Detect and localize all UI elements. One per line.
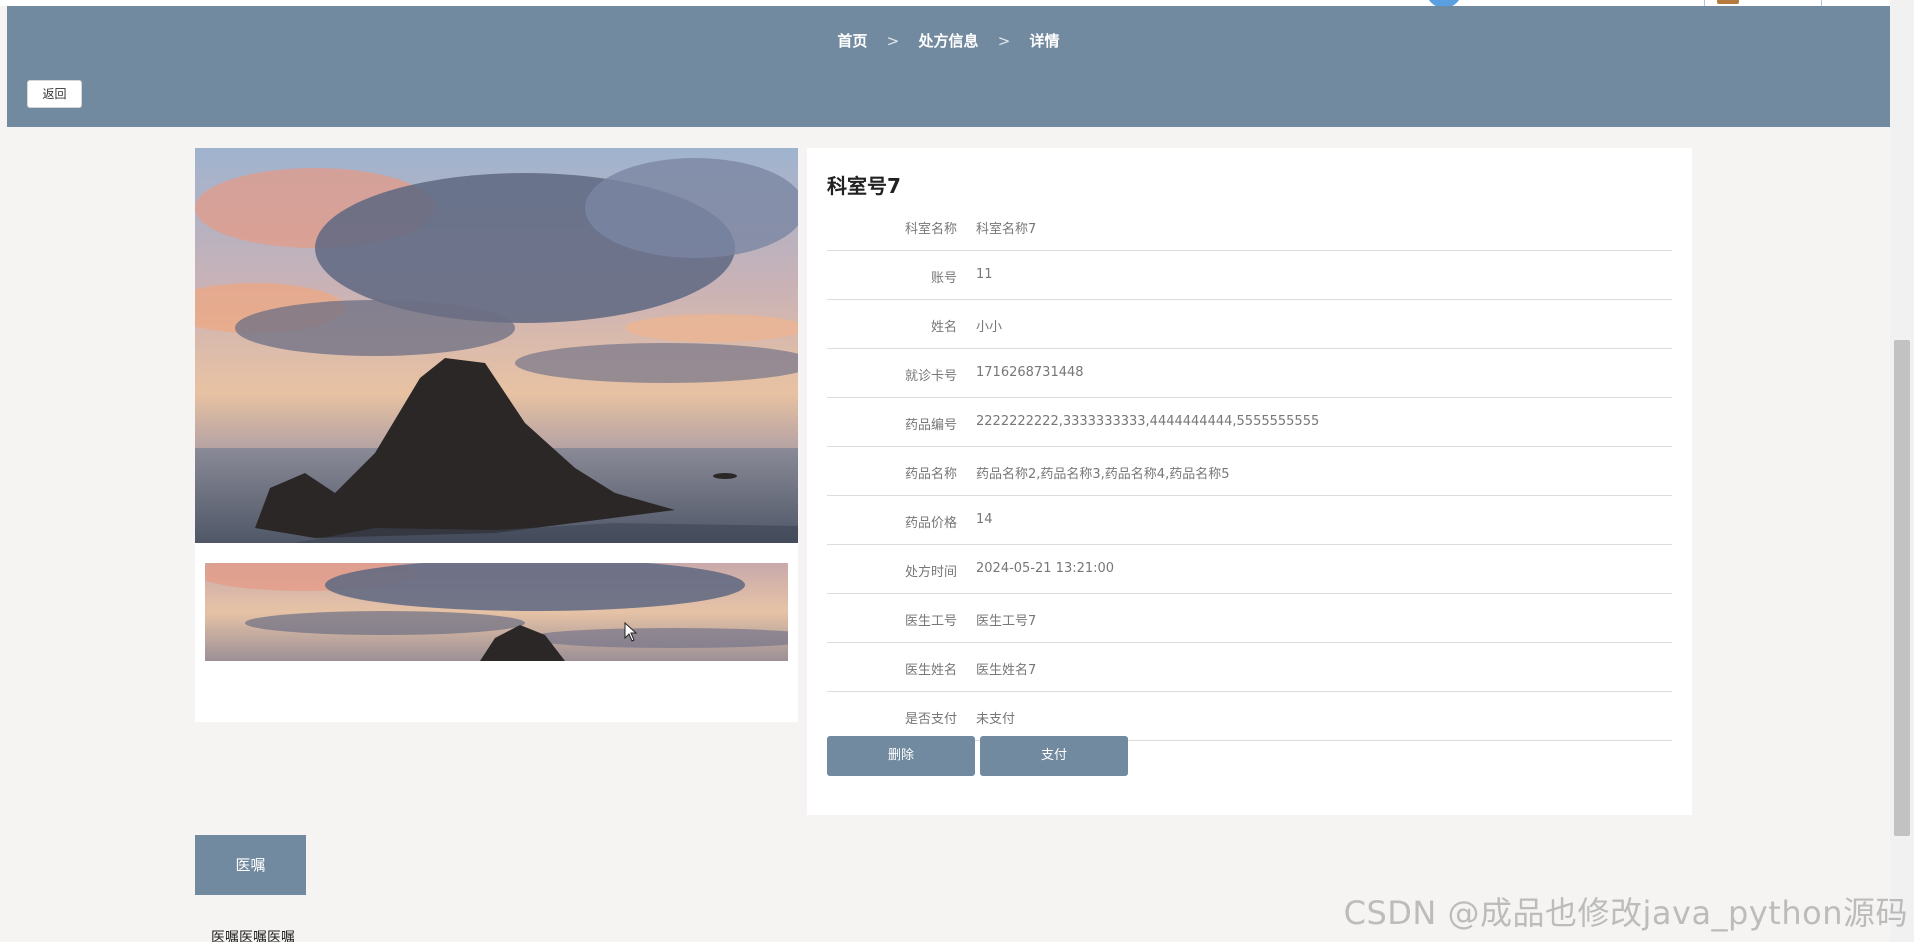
detail-row: 药品名称 药品名称2,药品名称3,药品名称4,药品名称5 <box>827 447 1672 496</box>
tab-order[interactable]: 医嘱 <box>195 835 306 895</box>
thumbnail-strip[interactable] <box>205 563 788 661</box>
breadcrumb: 首页 > 处方信息 > 详情 <box>7 30 1890 51</box>
delete-button[interactable]: 删除 <box>827 736 975 776</box>
row-value: 14 <box>976 512 993 527</box>
row-label: 药品编号 <box>904 418 957 433</box>
row-label: 医生工号 <box>904 614 957 629</box>
watermark: CSDN @成品也修改java_python源码 <box>1343 894 1908 932</box>
detail-row: 医生姓名 医生姓名7 <box>827 643 1672 692</box>
row-value: 11 <box>976 267 993 282</box>
breadcrumb-current: 详情 <box>1029 32 1060 50</box>
row-label: 科室名称 <box>904 222 957 237</box>
detail-row: 姓名 小小 <box>827 300 1672 349</box>
row-label: 药品名称 <box>904 467 957 482</box>
detail-title: 科室号7 <box>827 174 901 198</box>
pay-button[interactable]: 支付 <box>980 736 1128 776</box>
row-label: 是否支付 <box>904 712 957 727</box>
row-value: 1716268731448 <box>976 365 1084 380</box>
back-button[interactable]: 返回 <box>27 80 82 108</box>
row-value: 药品名称2,药品名称3,药品名称4,药品名称5 <box>976 467 1230 482</box>
row-label: 姓名 <box>930 320 957 335</box>
row-value: 小小 <box>976 320 1003 335</box>
detail-row: 科室名称 科室名称7 <box>827 202 1672 251</box>
row-label: 药品价格 <box>904 516 957 531</box>
mouse-cursor-icon <box>624 622 638 642</box>
scrollbar-thumb[interactable] <box>1894 340 1910 836</box>
detail-row: 账号 11 <box>827 251 1672 300</box>
detail-row: 药品价格 14 <box>827 496 1672 545</box>
row-value: 未支付 <box>976 712 1016 727</box>
scrollbar[interactable] <box>1890 0 1914 942</box>
breadcrumb-home[interactable]: 首页 <box>837 32 867 50</box>
image-panel <box>195 148 798 722</box>
breadcrumb-separator: > <box>997 32 1011 50</box>
page: 首页 > 处方信息 > 详情 返回 科室号7 科室名称 科室名称7 账号 11 … <box>0 0 1914 942</box>
main-photo[interactable] <box>195 148 798 543</box>
row-label: 处方时间 <box>904 565 957 580</box>
detail-row: 医生工号 医生工号7 <box>827 594 1672 643</box>
row-label: 医生姓名 <box>904 663 957 678</box>
breadcrumb-separator: > <box>886 32 900 50</box>
detail-panel: 科室号7 科室名称 科室名称7 账号 11 姓名 小小 就诊卡号 1716268… <box>807 148 1692 815</box>
row-value: 2222222222,3333333333,4444444444,5555555… <box>976 414 1320 429</box>
row-value: 医生工号7 <box>976 614 1037 629</box>
row-label: 就诊卡号 <box>904 369 957 384</box>
chip-icon <box>1717 0 1739 4</box>
row-value: 2024-05-21 13:21:00 <box>976 561 1115 576</box>
row-value: 医生姓名7 <box>976 663 1037 678</box>
detail-row: 处方时间 2024-05-21 13:21:00 <box>827 545 1672 594</box>
header: 首页 > 处方信息 > 详情 返回 <box>7 6 1890 127</box>
sunset-thumbnail <box>205 563 788 661</box>
row-value: 科室名称7 <box>976 222 1037 237</box>
detail-row: 药品编号 2222222222,3333333333,4444444444,55… <box>827 398 1672 447</box>
detail-row: 就诊卡号 1716268731448 <box>827 349 1672 398</box>
detail-row: 是否支付 未支付 <box>827 692 1672 741</box>
row-label: 账号 <box>930 271 957 286</box>
breadcrumb-section[interactable]: 处方信息 <box>918 32 978 50</box>
order-content: 医嘱医嘱医嘱 <box>211 930 295 942</box>
sunset-photo <box>195 148 798 543</box>
